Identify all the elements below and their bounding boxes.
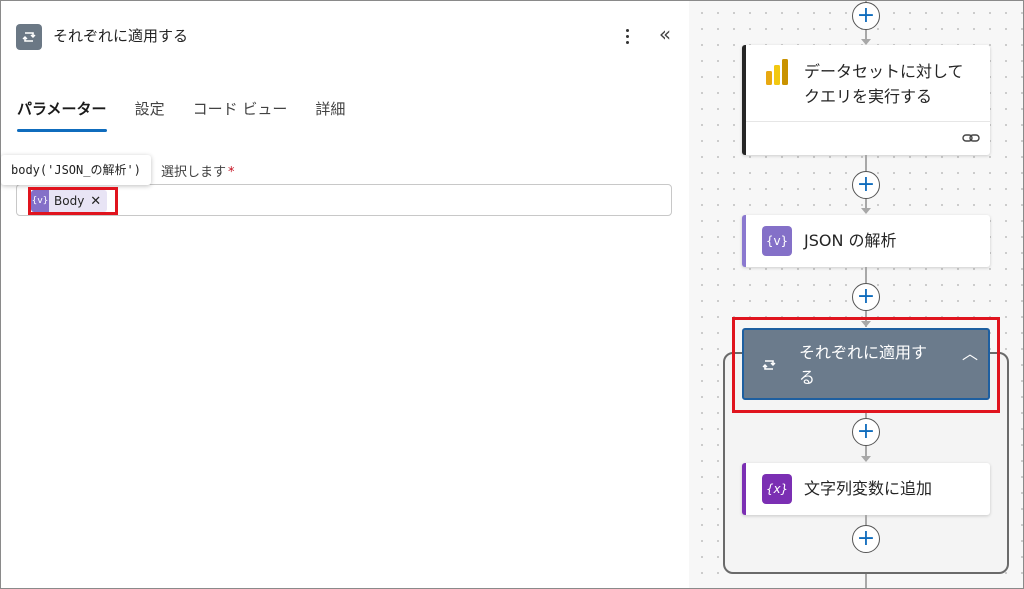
panel-title: それぞれに適用する	[53, 27, 189, 45]
action-detail-panel: それぞれに適用する « パラメーター 設定 コード ビュー 詳細 選択します * …	[1, 1, 689, 588]
add-step-button[interactable]: +	[852, 171, 880, 199]
add-step-button[interactable]: +	[852, 418, 880, 446]
card-title: JSON の解析	[804, 231, 897, 250]
power-bi-query-card[interactable]: データセットに対して クエリを実行する	[742, 45, 990, 155]
card-title-line1: データセットに対して	[804, 62, 964, 81]
variable-icon: {x}	[762, 474, 792, 504]
remove-token-icon[interactable]: ✕	[90, 194, 107, 209]
parse-json-card[interactable]: {v} JSON の解析	[742, 215, 990, 267]
connector-arrow	[861, 456, 871, 462]
loop-icon	[16, 24, 42, 50]
connector-line	[865, 574, 867, 588]
token-tooltip: body('JSON_の解析')	[1, 155, 151, 185]
tab-settings[interactable]: 設定	[135, 97, 165, 121]
card-title-line1: それぞれに適用す	[799, 343, 928, 362]
loop-icon	[762, 356, 776, 375]
card-title: 文字列変数に追加	[804, 479, 933, 498]
chevron-up-icon[interactable]: ︿	[962, 340, 978, 364]
data-operation-icon: {v}	[762, 226, 792, 256]
token-label: Body	[54, 194, 85, 208]
body-token[interactable]: {v} Body ✕	[31, 190, 108, 212]
card-title-line2: クエリを実行する	[804, 87, 933, 106]
more-options-icon[interactable]	[615, 23, 639, 49]
flow-canvas[interactable]: + データセットに対して クエリを実行する + {v} JSON の解析 + そ…	[689, 1, 1023, 588]
add-step-button[interactable]: +	[852, 525, 880, 553]
add-step-button[interactable]: +	[852, 283, 880, 311]
field-label: 選択します *	[161, 161, 235, 180]
field-label-text: 選択します	[161, 165, 227, 180]
power-bi-icon	[762, 57, 792, 87]
tab-details[interactable]: 詳細	[315, 97, 345, 121]
collapse-panel-icon[interactable]: «	[654, 21, 676, 47]
connector-arrow	[861, 208, 871, 214]
card-title: それぞれに適用す る	[799, 340, 927, 390]
link-icon[interactable]	[962, 129, 980, 148]
card-title: データセットに対して クエリを実行する	[804, 59, 964, 109]
expression-icon: {v}	[31, 190, 49, 212]
apply-to-each-card[interactable]: それぞれに適用す る ︿	[742, 328, 990, 400]
required-mark: *	[228, 165, 235, 180]
append-string-variable-card[interactable]: {x} 文字列変数に追加	[742, 463, 990, 515]
tab-parameters[interactable]: パラメーター	[17, 97, 107, 132]
tab-bar: パラメーター 設定 コード ビュー 詳細	[17, 97, 373, 132]
card-divider	[746, 121, 990, 122]
card-title-line2: る	[799, 368, 816, 387]
connector-arrow	[861, 321, 871, 327]
tab-code-view[interactable]: コード ビュー	[193, 97, 288, 121]
output-selection-input[interactable]	[16, 184, 672, 216]
add-step-button[interactable]: +	[852, 2, 880, 30]
